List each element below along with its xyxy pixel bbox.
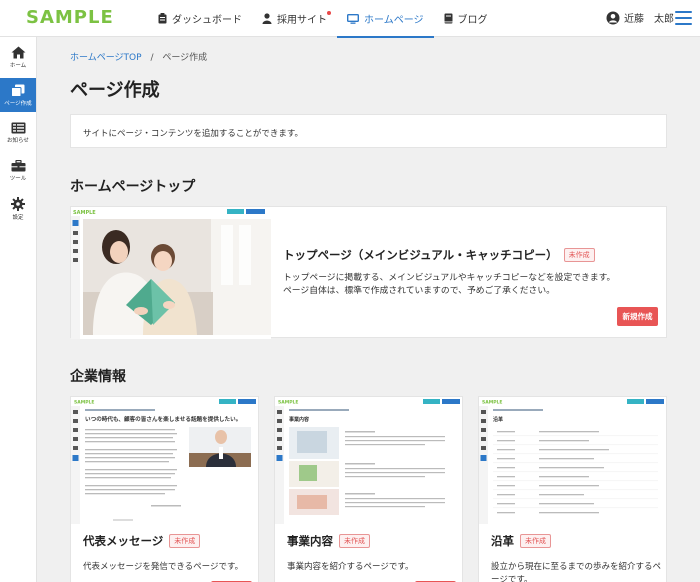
nav-recruit-site-label: 採用サイト (277, 15, 327, 26)
status-badge: 未作成 (520, 534, 551, 548)
create-new-button[interactable]: 新規作成 (617, 307, 658, 326)
card-title-text: 沿革 (491, 534, 514, 548)
user-menu[interactable]: 近藤 太郎 (606, 10, 674, 25)
breadcrumb-home-link[interactable]: ホームページTOP (70, 53, 142, 63)
section-title-company-info: 企業情報 (70, 369, 126, 385)
sidebar-item-label: 設定 (12, 215, 24, 221)
user-avatar-icon (606, 11, 620, 24)
nav-blog[interactable]: ブログ (434, 0, 498, 37)
card-ceo-message-title: 代表メッセージ 未作成 (83, 533, 201, 549)
card-history-title: 沿革 未作成 (491, 533, 551, 549)
status-badge: 未作成 (563, 248, 595, 262)
notification-dot (327, 11, 331, 15)
card-business-title: 事業内容 未作成 (287, 533, 370, 549)
thumb-logo: SAMPLE (74, 400, 94, 406)
top-page-description: トップページに掲載する、メインビジュアルやキャッチコピーなどを設定できます。 ペ… (283, 272, 663, 298)
intro-text: サイトにページ・コンテンツを追加することができます。 (83, 129, 303, 139)
breadcrumb-separator: / (150, 53, 154, 63)
sidebar-item-settings[interactable]: 設定 (0, 192, 36, 226)
card-title-text: 事業内容 (287, 534, 333, 548)
sidebar-item-label: ツール (9, 176, 27, 182)
status-badge: 未作成 (169, 534, 201, 548)
ceo-message-thumbnail: SAMPLE いつの時代も、顧客の皆さんを楽しませる話題を提供したい。 (71, 397, 258, 524)
user-name: 近藤 太郎 (624, 14, 674, 25)
breadcrumb-current: ページ作成 (162, 53, 208, 63)
menu-icon[interactable] (675, 11, 692, 25)
person-icon (262, 13, 272, 24)
top-page-title-text: トップページ（メインビジュアル・キャッチコピー） (283, 248, 558, 262)
history-thumbnail: SAMPLE 沿革 (479, 397, 666, 524)
thumb-logo: SAMPLE (73, 210, 96, 216)
nav-homepage[interactable]: ホームページ (337, 0, 434, 38)
home-icon (11, 46, 25, 58)
top-page-card: SAMPLE トップページ（メインビジュアル・キャッチコピー） 未作成 トップペ… (70, 206, 667, 339)
card-description: 代表メッセージを発信できるページです。 (83, 562, 244, 572)
page-title: ページ作成 (70, 80, 160, 101)
top-bar: SAMPLE ダッシュボード 採用サイト ホームページ ブログ 近藤 太郎 (0, 0, 700, 38)
gear-icon (11, 197, 25, 211)
monitor-icon (347, 13, 359, 24)
thumb-logo: SAMPLE (482, 400, 502, 406)
sidebar-item-label: お知らせ (7, 138, 29, 144)
card-business[interactable]: SAMPLE 事業内容 事業内容 未作成 事業内容を紹介するページです。 (274, 396, 463, 582)
nav-blog-label: ブログ (457, 15, 488, 26)
thumb-logo: SAMPLE (278, 400, 298, 406)
status-badge: 未作成 (339, 534, 370, 548)
card-title-text: 代表メッセージ (83, 534, 164, 548)
top-page-description-line: トップページに掲載する、メインビジュアルやキャッチコピーなどを設定できます。 (283, 273, 616, 283)
sidebar-item-label: ページ作成 (4, 100, 32, 107)
sidebar-item-label: ホーム (9, 62, 27, 69)
toolbox-icon (11, 160, 25, 172)
nav-homepage-label: ホームページ (364, 15, 424, 26)
card-description: 設立から現在に至るまでの歩みを紹介するページです。 (491, 562, 662, 582)
card-history[interactable]: SAMPLE 沿革 沿革 未作成 設立から現在に至るまでの歩みを紹介するページで… (478, 396, 667, 582)
section-title-homepage-top: ホームページトップ (70, 179, 196, 195)
breadcrumb: ホームページTOP / ページ作成 (70, 50, 207, 63)
nav-recruit-site[interactable]: 採用サイト (252, 0, 337, 37)
thumb-history-header: 沿革 (493, 416, 503, 423)
nav-dashboard[interactable]: ダッシュボード (148, 0, 252, 37)
top-page-title: トップページ（メインビジュアル・キャッチコピー） 未作成 (283, 247, 595, 263)
top-page-thumbnail: SAMPLE (71, 207, 271, 339)
sidebar-item-home[interactable]: ホーム (0, 40, 36, 74)
book-icon (444, 13, 452, 24)
intro-box: サイトにページ・コンテンツを追加することができます。 (70, 114, 667, 148)
news-icon (11, 122, 25, 134)
clipboard-icon (158, 13, 167, 24)
thumb-business-header: 事業内容 (289, 416, 309, 423)
business-thumbnail: SAMPLE 事業内容 (275, 397, 462, 524)
sidebar-item-news[interactable]: お知らせ (0, 116, 36, 150)
nav-dashboard-label: ダッシュボード (172, 15, 242, 26)
card-ceo-message[interactable]: SAMPLE いつの時代も、顧客の皆さんを楽しませる話題を提供したい。 代表メッ… (70, 396, 259, 582)
pages-icon (11, 84, 25, 97)
thumb-message-headline: いつの時代も、顧客の皆さんを楽しませる話題を提供したい。 (85, 415, 241, 423)
main-content: ホームページTOP / ページ作成 ページ作成 サイトにページ・コンテンツを追加… (37, 37, 700, 582)
sidebar-item-page-create[interactable]: ページ作成 (0, 78, 36, 112)
top-page-description-line: ページ自体は、標準で作成されていますので、予めご了承ください。 (283, 286, 555, 296)
logo[interactable]: SAMPLE (26, 7, 114, 28)
card-description: 事業内容を紹介するページです。 (287, 562, 414, 572)
top-nav: ダッシュボード 採用サイト ホームページ ブログ (148, 0, 498, 38)
sidebar: ホーム ページ作成 お知らせ ツール 設定 (0, 37, 37, 582)
sidebar-item-tools[interactable]: ツール (0, 154, 36, 188)
